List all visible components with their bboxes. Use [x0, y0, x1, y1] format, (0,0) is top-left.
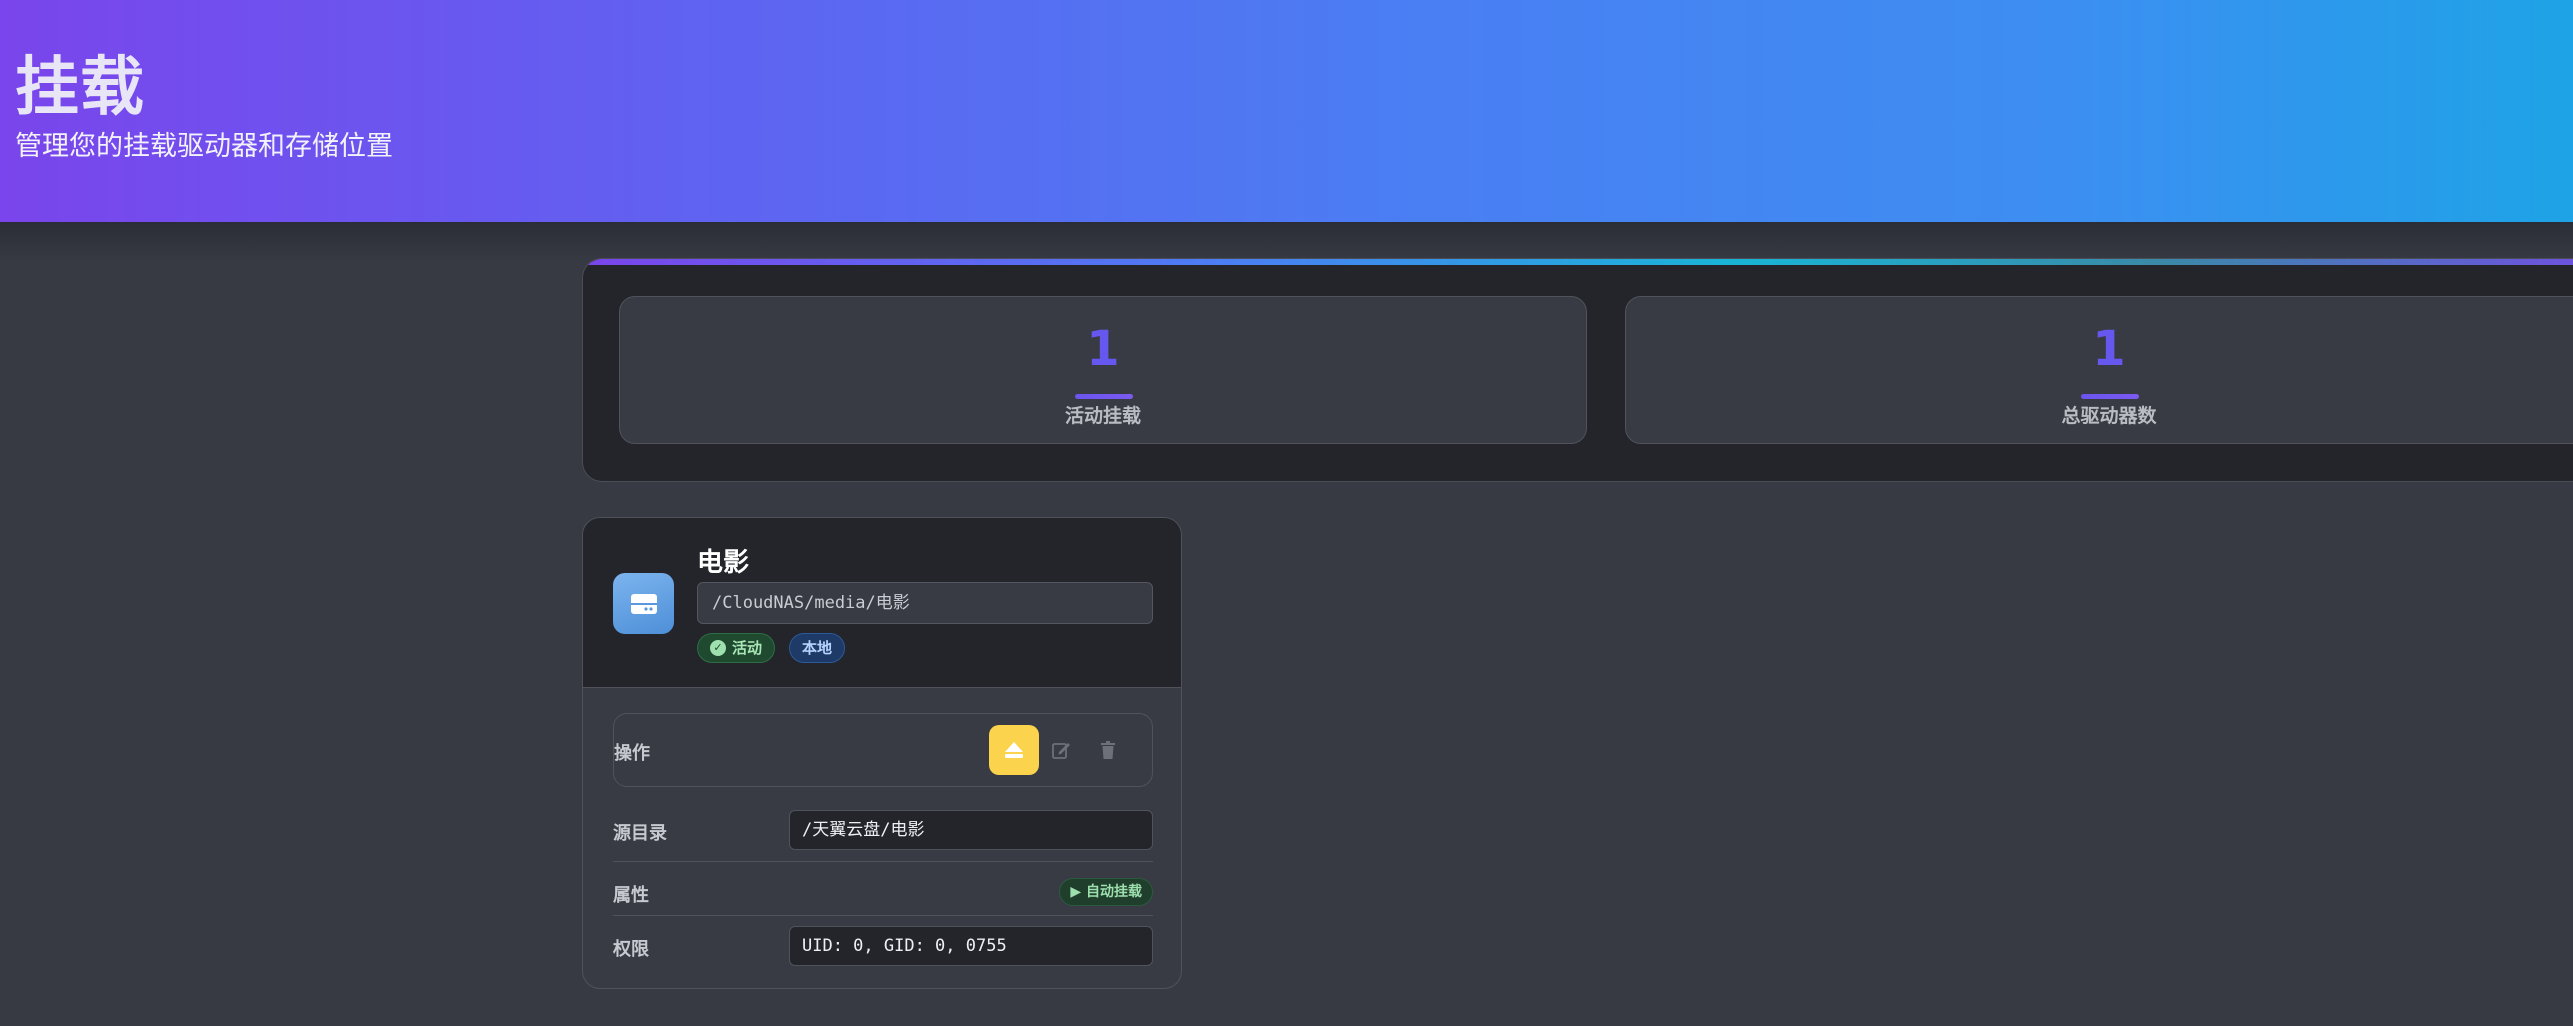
props-label: 属性	[613, 885, 649, 906]
stats-accent-bar	[583, 259, 2573, 265]
stat-value: 1	[2092, 321, 2126, 377]
eject-icon	[1005, 742, 1023, 758]
stat-underline	[1075, 394, 1133, 399]
mount-card: 电影 /CloudNAS/media/电影 ✓ 活动 本地 操作 源目录 /天翼…	[582, 517, 1182, 989]
type-badge: 本地	[789, 633, 846, 663]
page-subtitle: 管理您的挂载驱动器和存储位置	[15, 131, 393, 162]
delete-button[interactable]	[1083, 725, 1133, 775]
edit-icon	[1052, 743, 1070, 759]
permissions-row: 权限 UID: 0, GID: 0, 0755	[613, 926, 1153, 966]
stat-value: 1	[1086, 321, 1120, 377]
type-badge-label: 本地	[802, 639, 833, 657]
trash-icon	[1101, 741, 1115, 759]
stat-label: 活动挂载	[1064, 405, 1141, 427]
mount-name: 电影	[697, 548, 750, 578]
props-row: 属性 ▶ 自动挂载	[613, 872, 1153, 912]
status-badge-label: 活动	[732, 639, 763, 657]
hard-drive-icon	[613, 573, 674, 634]
check-circle-icon: ✓	[710, 640, 726, 656]
permissions-field: UID: 0, GID: 0, 0755	[789, 926, 1153, 966]
stats-panel: 1 活动挂载 1 总驱动器数	[582, 258, 2573, 482]
mount-card-header: 电影 /CloudNAS/media/电影 ✓ 活动 本地	[583, 518, 1181, 688]
edit-button[interactable]	[1036, 725, 1086, 775]
source-field: /天翼云盘/电影	[789, 810, 1153, 850]
stat-underline	[2081, 394, 2139, 399]
unmount-button[interactable]	[989, 725, 1039, 775]
mount-path-field: /CloudNAS/media/电影	[697, 582, 1153, 624]
play-icon: ▶	[1070, 884, 1082, 900]
row-divider	[613, 915, 1153, 916]
permissions-label: 权限	[613, 939, 649, 960]
actions-label: 操作	[614, 743, 650, 764]
page-header: 挂载 管理您的挂载驱动器和存储位置	[0, 0, 2573, 222]
actions-row: 操作	[613, 713, 1153, 787]
source-row: 源目录 /天翼云盘/电影	[613, 810, 1153, 850]
stat-label: 总驱动器数	[2061, 405, 2157, 427]
page-title: 挂载	[15, 51, 145, 125]
auto-mount-badge: ▶ 自动挂载	[1059, 878, 1153, 906]
source-label: 源目录	[613, 823, 667, 844]
status-badge: ✓ 活动	[697, 633, 776, 663]
header-shadow	[0, 222, 2573, 262]
auto-mount-label: 自动挂载	[1086, 884, 1142, 900]
row-divider	[613, 861, 1153, 862]
stat-card-total-drives: 1 总驱动器数	[1625, 296, 2573, 444]
stat-card-active-mounts: 1 活动挂载	[619, 296, 1587, 444]
